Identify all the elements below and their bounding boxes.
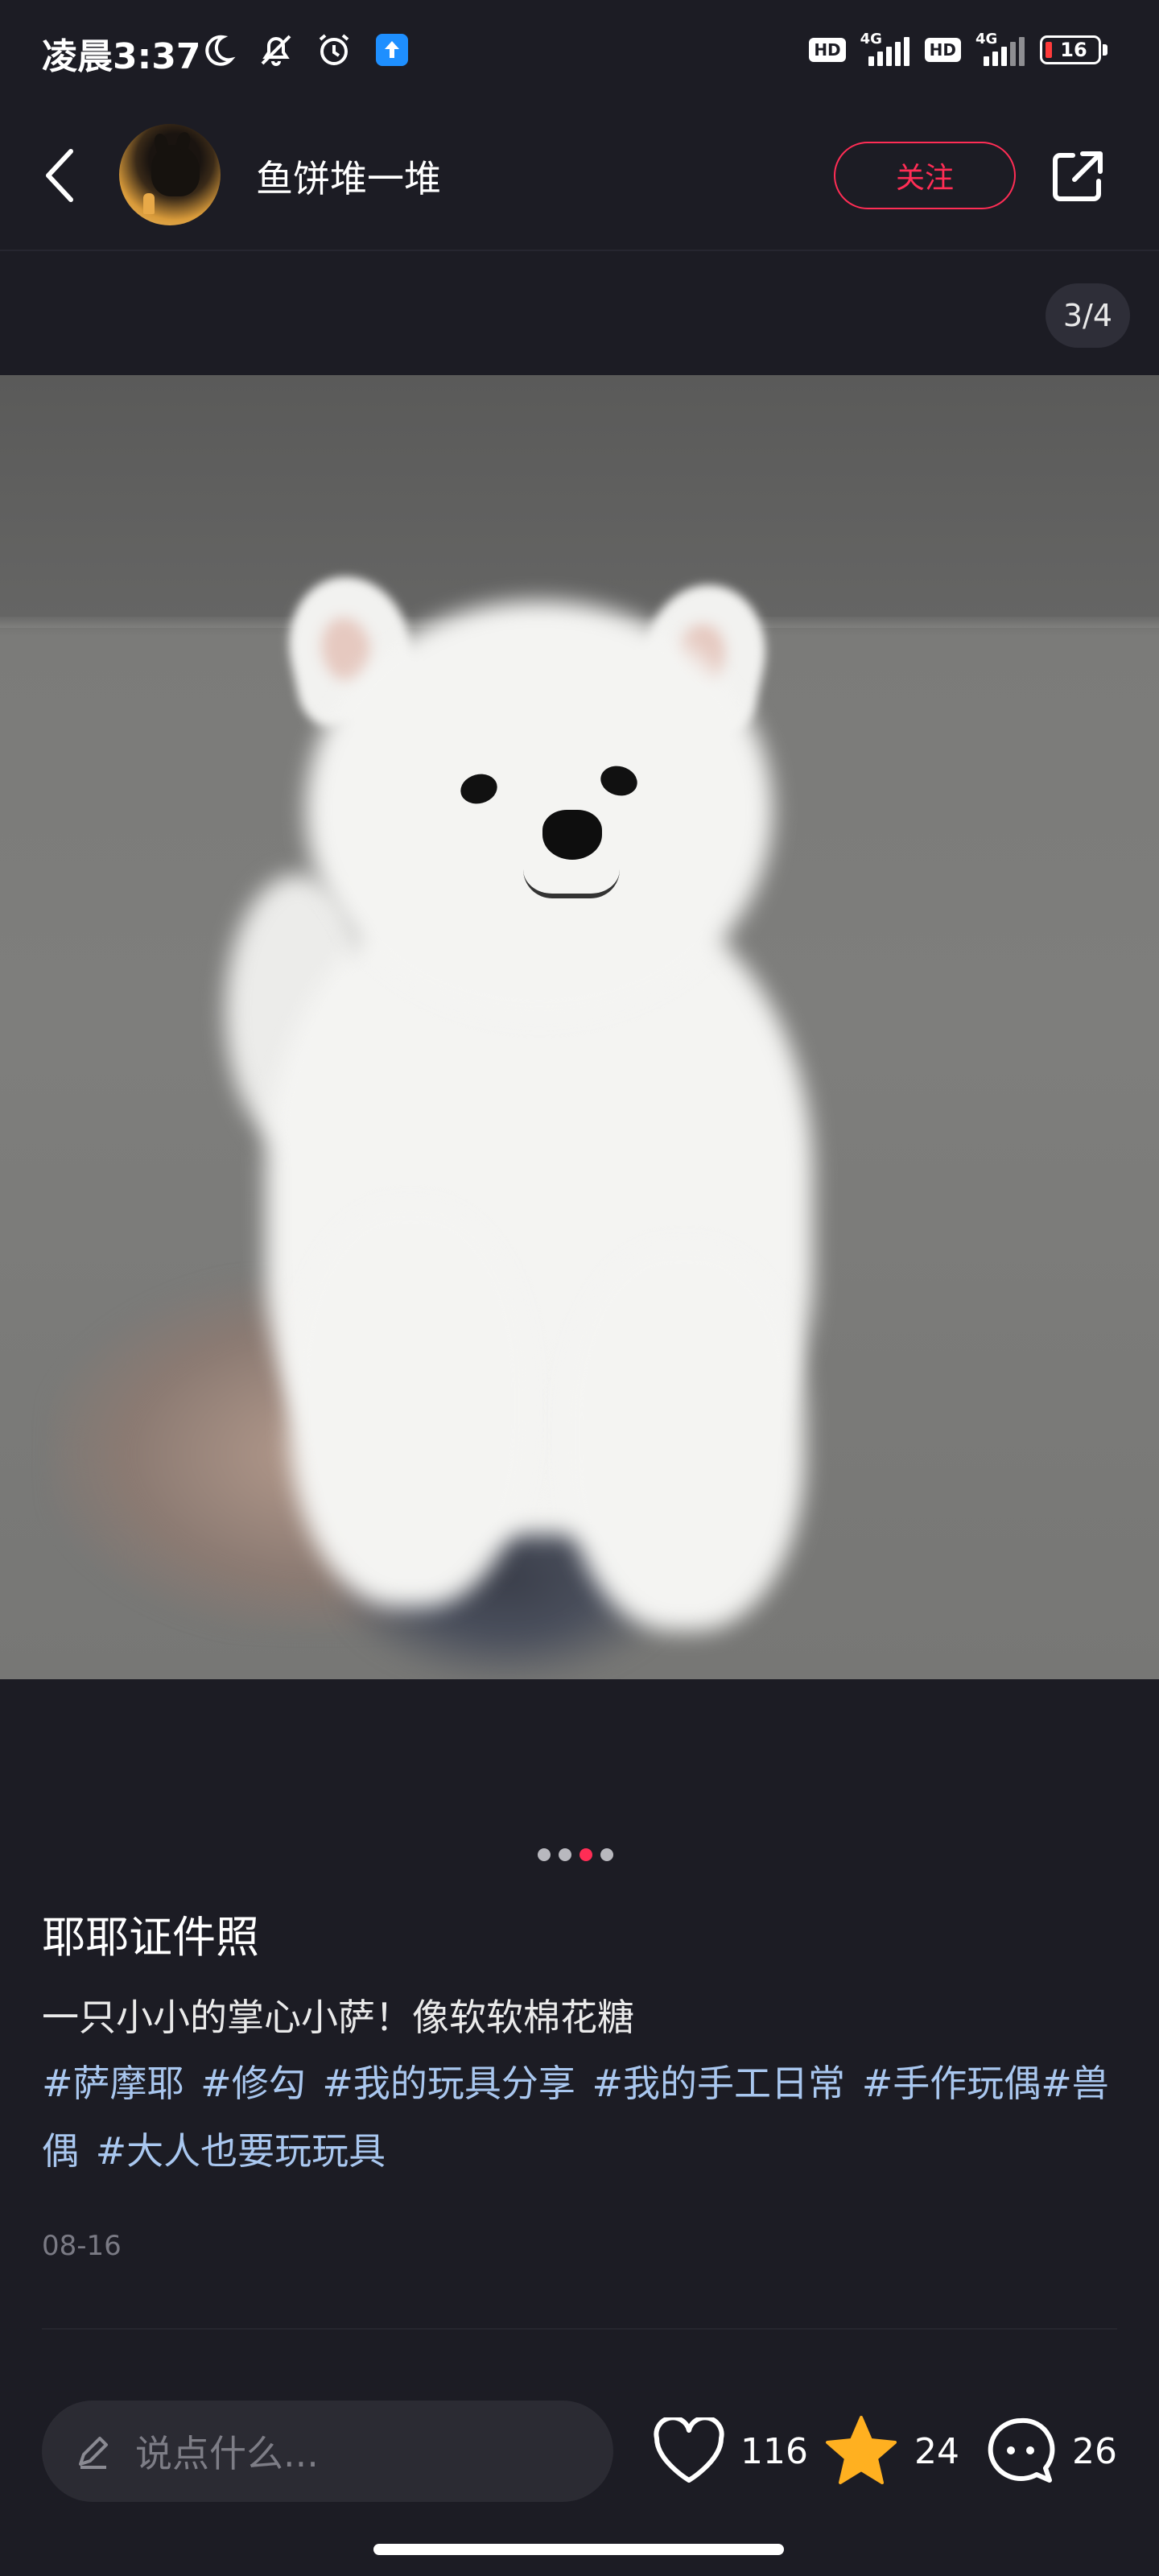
image-page-counter: 3/4 xyxy=(1045,283,1130,348)
share-icon xyxy=(1053,151,1103,201)
pagination-dot xyxy=(559,1848,571,1861)
hashtag-link[interactable]: #我的玩具分享 xyxy=(322,2062,575,2105)
like-button[interactable]: 116 xyxy=(652,2407,808,2496)
hashtag-link[interactable]: #萨摩耶 xyxy=(42,2062,184,2105)
share-button[interactable] xyxy=(1046,147,1107,208)
collect-button[interactable]: 24 xyxy=(823,2407,959,2496)
hd-badge: HD xyxy=(809,38,846,62)
moon-icon xyxy=(198,30,238,70)
alarm-icon xyxy=(314,30,354,70)
comment-button[interactable]: 26 xyxy=(984,2407,1117,2496)
heart-icon xyxy=(654,2417,724,2483)
post-tags: #萨摩耶 #修勾 #我的玩具分享 #我的手工日常 #手作玩偶#兽偶 #大人也要玩… xyxy=(42,2050,1128,2185)
comment-count: 26 xyxy=(1072,2430,1117,2472)
status-bar: 凌晨3:37 HD 4G HD 4G 16 xyxy=(0,0,1159,97)
comment-input[interactable]: 说点什么... xyxy=(42,2401,613,2502)
hd-badge: HD xyxy=(924,38,961,62)
like-count: 116 xyxy=(740,2430,808,2472)
hashtag-link[interactable]: #我的手工日常 xyxy=(592,2062,846,2105)
upload-app-icon xyxy=(372,30,412,70)
pencil-icon xyxy=(71,2429,116,2474)
post-image[interactable] xyxy=(0,375,1159,1679)
post-header: 鱼饼堆一堆 关注 xyxy=(0,105,1159,251)
comment-bubble-icon xyxy=(988,2417,1055,2483)
status-time: 凌晨3:37 xyxy=(42,36,201,77)
signal-icon: 4G xyxy=(972,31,1029,68)
post-title: 耶耶证件照 xyxy=(42,1912,259,1963)
collect-count: 24 xyxy=(914,2430,959,2472)
home-indicator[interactable] xyxy=(373,2544,784,2555)
bell-off-icon xyxy=(256,30,296,70)
divider xyxy=(42,2328,1117,2330)
pagination-dot xyxy=(600,1848,613,1861)
post-description: 一只小小的掌心小萨！像软软棉花糖 xyxy=(42,1996,634,2039)
author-name[interactable]: 鱼饼堆一堆 xyxy=(256,150,441,203)
status-system-icons: HD 4G HD 4G 16 xyxy=(809,31,1107,68)
status-notification-icons xyxy=(198,27,412,72)
hashtag-link[interactable]: #修勾 xyxy=(200,2062,306,2105)
follow-button[interactable]: 关注 xyxy=(834,142,1016,209)
comment-placeholder: 说点什么... xyxy=(135,2432,319,2475)
post-detail-page: 凌晨3:37 HD 4G HD 4G 16 鱼饼堆一堆 关注 3/4 耶耶证件照… xyxy=(0,0,1159,2576)
star-icon xyxy=(826,2416,897,2484)
signal-icon: 4G xyxy=(857,31,914,68)
hashtag-link[interactable]: #大人也要玩玩具 xyxy=(96,2129,386,2173)
post-date: 08-16 xyxy=(42,2230,122,2262)
image-pagination-dots xyxy=(538,1848,613,1861)
back-button[interactable] xyxy=(35,143,84,208)
pagination-dot xyxy=(538,1848,551,1861)
avatar[interactable] xyxy=(119,124,221,225)
pagination-dot-active xyxy=(580,1848,592,1861)
battery-level: 16 xyxy=(1060,39,1087,61)
chevron-left-icon xyxy=(46,149,73,202)
battery-icon: 16 xyxy=(1040,35,1101,64)
